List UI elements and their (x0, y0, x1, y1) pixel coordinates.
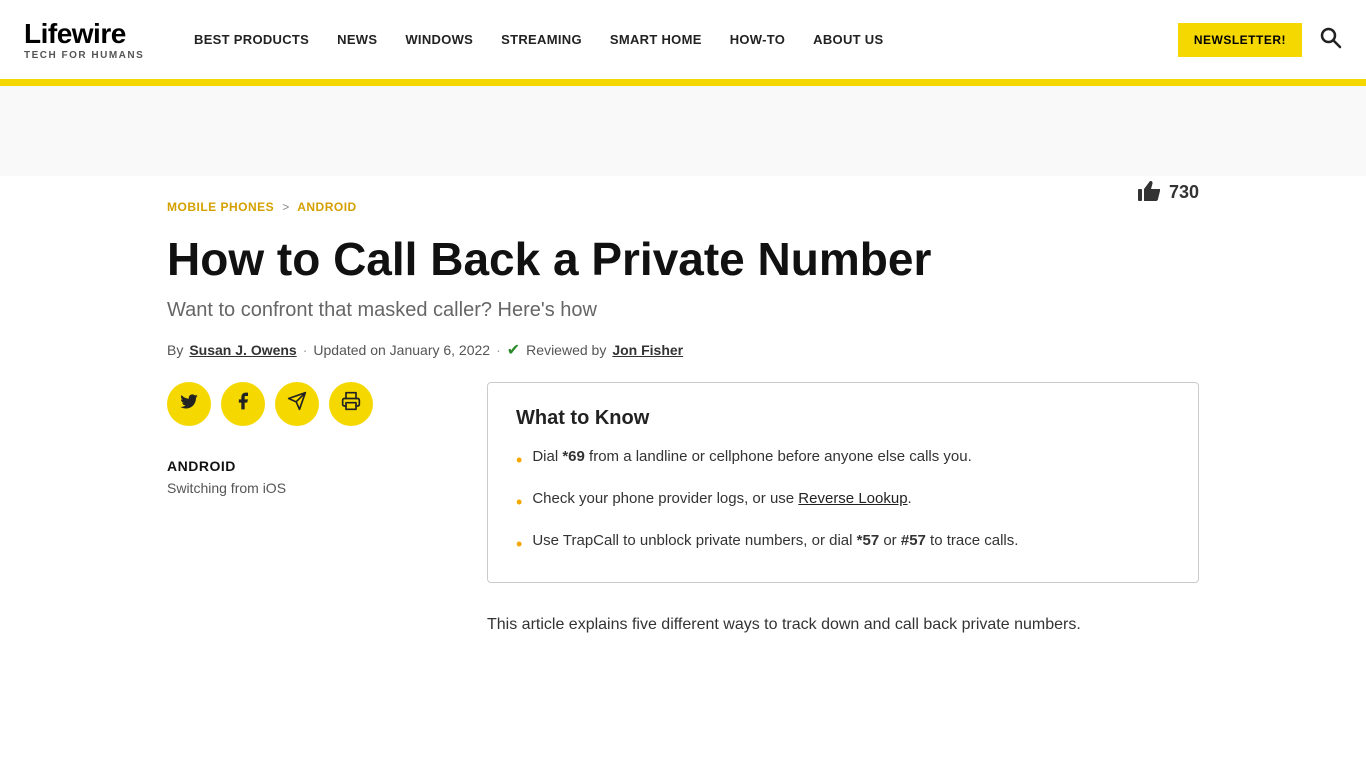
content-wrapper: MOBILE PHONES > ANDROID 730 How to Call … (143, 176, 1223, 638)
nav-news[interactable]: NEWS (337, 32, 377, 47)
bullet-icon-2: • (516, 489, 522, 516)
wtk-title: What to Know (516, 407, 1170, 430)
nav-how-to[interactable]: HOW-TO (730, 32, 785, 47)
ad-banner (0, 86, 1366, 176)
main-nav: BEST PRODUCTS NEWS WINDOWS STREAMING SMA… (194, 32, 1162, 47)
vote-count: 730 (1169, 182, 1199, 203)
thumbs-up-icon (1135, 176, 1163, 209)
wtk-item-1: • Dial *69 from a landline or cellphone … (516, 446, 1170, 474)
nav-about-us[interactable]: ABOUT US (813, 32, 883, 47)
breadcrumb-current[interactable]: ANDROID (297, 200, 357, 214)
search-icon (1318, 29, 1342, 54)
wtk-list: • Dial *69 from a landline or cellphone … (516, 446, 1170, 558)
print-button[interactable] (329, 382, 373, 426)
nav-smart-home[interactable]: SMART HOME (610, 32, 702, 47)
logo-area[interactable]: Lifewire TECH FOR HUMANS (24, 18, 154, 61)
facebook-share-button[interactable] (221, 382, 265, 426)
author-link[interactable]: Susan J. Owens (189, 342, 296, 358)
left-column: ANDROID Switching from iOS (167, 382, 447, 638)
nav-streaming[interactable]: STREAMING (501, 32, 582, 47)
twitter-share-button[interactable] (167, 382, 211, 426)
article-meta-top: MOBILE PHONES > ANDROID 730 (167, 176, 1199, 226)
vote-area[interactable]: 730 (1135, 176, 1199, 209)
by-label: By (167, 342, 183, 358)
logo-text: Lifewire (24, 18, 154, 50)
sidebar-link: Switching from iOS (167, 480, 447, 496)
breadcrumb-separator: > (282, 200, 289, 214)
article-body: This article explains five different way… (487, 611, 1199, 638)
logo-tagline: TECH FOR HUMANS (24, 50, 154, 61)
wtk-text-1: Dial *69 from a landline or cellphone be… (532, 446, 971, 474)
facebook-icon (233, 391, 253, 416)
bullet-icon-1: • (516, 447, 522, 474)
wtk-item-2: • Check your phone provider logs, or use… (516, 488, 1170, 516)
byline: By Susan J. Owens · Updated on January 6… (167, 340, 1199, 360)
right-column: What to Know • Dial *69 from a landline … (487, 382, 1199, 638)
two-col-layout: ANDROID Switching from iOS What to Know … (167, 382, 1199, 638)
nav-best-products[interactable]: BEST PRODUCTS (194, 32, 309, 47)
breadcrumb-parent[interactable]: MOBILE PHONES (167, 200, 274, 214)
site-header: Lifewire TECH FOR HUMANS BEST PRODUCTS N… (0, 0, 1366, 82)
telegram-share-button[interactable] (275, 382, 319, 426)
bullet-icon-3: • (516, 531, 522, 558)
reverse-lookup-link[interactable]: Reverse Lookup (798, 490, 907, 507)
wtk-text-3: Use TrapCall to unblock private numbers,… (532, 530, 1018, 558)
newsletter-button[interactable]: NEWSLETTER! (1178, 23, 1302, 57)
nav-windows[interactable]: WINDOWS (405, 32, 473, 47)
sidebar-android-section: ANDROID Switching from iOS (167, 458, 447, 496)
article-title: How to Call Back a Private Number (167, 234, 1067, 285)
telegram-icon (287, 391, 307, 416)
byline-dot: · (303, 342, 308, 358)
byline-dot2: · (496, 342, 501, 358)
wtk-item-3: • Use TrapCall to unblock private number… (516, 530, 1170, 558)
updated-date: Updated on January 6, 2022 (313, 342, 490, 358)
breadcrumb: MOBILE PHONES > ANDROID (167, 176, 1135, 226)
sidebar-category: ANDROID (167, 458, 447, 474)
what-to-know-box: What to Know • Dial *69 from a landline … (487, 382, 1199, 583)
print-icon (341, 391, 361, 416)
search-button[interactable] (1318, 25, 1342, 55)
reviewed-label: Reviewed by (526, 342, 606, 358)
twitter-icon (179, 391, 199, 416)
wtk-text-2: Check your phone provider logs, or use R… (532, 488, 911, 516)
social-icons (167, 382, 447, 426)
article-subtitle: Want to confront that masked caller? Her… (167, 299, 1199, 322)
article-intro: This article explains five different way… (487, 611, 1199, 638)
reviewed-check-icon: ✔ (507, 340, 520, 360)
reviewer-link[interactable]: Jon Fisher (612, 342, 683, 358)
